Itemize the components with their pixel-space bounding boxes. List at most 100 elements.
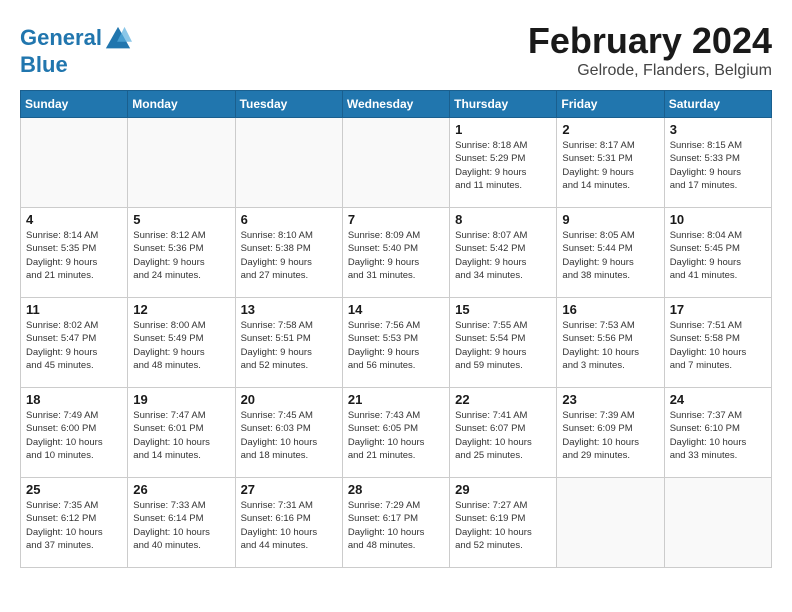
day-info: Sunrise: 8:18 AM Sunset: 5:29 PM Dayligh… xyxy=(455,139,551,192)
day-info: Sunrise: 7:41 AM Sunset: 6:07 PM Dayligh… xyxy=(455,409,551,462)
day-number: 9 xyxy=(562,212,658,227)
day-number: 4 xyxy=(26,212,122,227)
day-info: Sunrise: 8:15 AM Sunset: 5:33 PM Dayligh… xyxy=(670,139,766,192)
day-info: Sunrise: 7:35 AM Sunset: 6:12 PM Dayligh… xyxy=(26,499,122,552)
calendar-cell: 3 Sunrise: 8:15 AM Sunset: 5:33 PM Daylig… xyxy=(664,118,771,208)
day-number: 17 xyxy=(670,302,766,317)
day-info: Sunrise: 8:12 AM Sunset: 5:36 PM Dayligh… xyxy=(133,229,229,282)
calendar-cell: 11 Sunrise: 8:02 AM Sunset: 5:47 PM Dayli… xyxy=(21,298,128,388)
calendar-cell: 18Sunrise: 7:49 AM Sunset: 6:00 PM Dayli… xyxy=(21,388,128,478)
day-info: Sunrise: 7:39 AM Sunset: 6:09 PM Dayligh… xyxy=(562,409,658,462)
day-info: Sunrise: 7:45 AM Sunset: 6:03 PM Dayligh… xyxy=(241,409,337,462)
day-number: 22 xyxy=(455,392,551,407)
calendar-cell: 23 Sunrise: 7:39 AM Sunset: 6:09 PM Dayli… xyxy=(557,388,664,478)
calendar-cell: 19 Sunrise: 7:47 AM Sunset: 6:01 PM Dayli… xyxy=(128,388,235,478)
day-number: 7 xyxy=(348,212,444,227)
week-row-2: 4 Sunrise: 8:14 AM Sunset: 5:35 PM Daylig… xyxy=(21,208,772,298)
logo-text: General xyxy=(20,25,132,53)
calendar-cell: 17 Sunrise: 7:51 AM Sunset: 5:58 PM Dayli… xyxy=(664,298,771,388)
weekday-header-sunday: Sunday xyxy=(21,91,128,118)
weekday-header-tuesday: Tuesday xyxy=(235,91,342,118)
week-row-1: 1Sunrise: 8:18 AM Sunset: 5:29 PM Daylig… xyxy=(21,118,772,208)
day-number: 19 xyxy=(133,392,229,407)
calendar-cell: 9 Sunrise: 8:05 AM Sunset: 5:44 PM Daylig… xyxy=(557,208,664,298)
day-info: Sunrise: 8:07 AM Sunset: 5:42 PM Dayligh… xyxy=(455,229,551,282)
calendar-cell xyxy=(342,118,449,208)
day-info: Sunrise: 8:05 AM Sunset: 5:44 PM Dayligh… xyxy=(562,229,658,282)
calendar-cell: 4 Sunrise: 8:14 AM Sunset: 5:35 PM Daylig… xyxy=(21,208,128,298)
calendar-cell: 26 Sunrise: 7:33 AM Sunset: 6:14 PM Dayli… xyxy=(128,478,235,568)
day-number: 27 xyxy=(241,482,337,497)
calendar-cell: 20 Sunrise: 7:45 AM Sunset: 6:03 PM Dayli… xyxy=(235,388,342,478)
day-number: 26 xyxy=(133,482,229,497)
day-number: 10 xyxy=(670,212,766,227)
day-info: Sunrise: 7:53 AM Sunset: 5:56 PM Dayligh… xyxy=(562,319,658,372)
day-info: Sunrise: 7:55 AM Sunset: 5:54 PM Dayligh… xyxy=(455,319,551,372)
day-info: Sunrise: 7:51 AM Sunset: 5:58 PM Dayligh… xyxy=(670,319,766,372)
weekday-header-monday: Monday xyxy=(128,91,235,118)
calendar-cell: 5 Sunrise: 8:12 AM Sunset: 5:36 PM Daylig… xyxy=(128,208,235,298)
calendar-cell: 25 Sunrise: 7:35 AM Sunset: 6:12 PM Dayli… xyxy=(21,478,128,568)
day-info: Sunrise: 7:31 AM Sunset: 6:16 PM Dayligh… xyxy=(241,499,337,552)
week-row-4: 18Sunrise: 7:49 AM Sunset: 6:00 PM Dayli… xyxy=(21,388,772,478)
calendar-cell: 16 Sunrise: 7:53 AM Sunset: 5:56 PM Dayli… xyxy=(557,298,664,388)
day-number: 13 xyxy=(241,302,337,317)
day-info: Sunrise: 7:56 AM Sunset: 5:53 PM Dayligh… xyxy=(348,319,444,372)
day-info: Sunrise: 7:27 AM Sunset: 6:19 PM Dayligh… xyxy=(455,499,551,552)
day-number: 14 xyxy=(348,302,444,317)
calendar-cell: 28Sunrise: 7:29 AM Sunset: 6:17 PM Dayli… xyxy=(342,478,449,568)
calendar-cell: 21Sunrise: 7:43 AM Sunset: 6:05 PM Dayli… xyxy=(342,388,449,478)
day-info: Sunrise: 8:14 AM Sunset: 5:35 PM Dayligh… xyxy=(26,229,122,282)
calendar-cell: 27 Sunrise: 7:31 AM Sunset: 6:16 PM Dayli… xyxy=(235,478,342,568)
calendar-cell: 1Sunrise: 8:18 AM Sunset: 5:29 PM Daylig… xyxy=(450,118,557,208)
day-number: 24 xyxy=(670,392,766,407)
calendar-table: SundayMondayTuesdayWednesdayThursdayFrid… xyxy=(20,90,772,568)
day-number: 16 xyxy=(562,302,658,317)
day-number: 23 xyxy=(562,392,658,407)
day-number: 2 xyxy=(562,122,658,137)
day-number: 5 xyxy=(133,212,229,227)
day-info: Sunrise: 8:09 AM Sunset: 5:40 PM Dayligh… xyxy=(348,229,444,282)
location: Gelrode, Flanders, Belgium xyxy=(528,62,772,80)
logo-text2: Blue xyxy=(20,53,132,77)
calendar-cell xyxy=(664,478,771,568)
calendar-cell: 10 Sunrise: 8:04 AM Sunset: 5:45 PM Dayli… xyxy=(664,208,771,298)
day-number: 28 xyxy=(348,482,444,497)
calendar-cell: 6 Sunrise: 8:10 AM Sunset: 5:38 PM Daylig… xyxy=(235,208,342,298)
day-number: 6 xyxy=(241,212,337,227)
day-number: 29 xyxy=(455,482,551,497)
weekday-header-row: SundayMondayTuesdayWednesdayThursdayFrid… xyxy=(21,91,772,118)
day-number: 12 xyxy=(133,302,229,317)
calendar-cell xyxy=(557,478,664,568)
logo: General Blue xyxy=(20,25,132,77)
weekday-header-wednesday: Wednesday xyxy=(342,91,449,118)
calendar-cell: 29 Sunrise: 7:27 AM Sunset: 6:19 PM Dayli… xyxy=(450,478,557,568)
day-info: Sunrise: 8:04 AM Sunset: 5:45 PM Dayligh… xyxy=(670,229,766,282)
day-info: Sunrise: 8:02 AM Sunset: 5:47 PM Dayligh… xyxy=(26,319,122,372)
day-info: Sunrise: 8:10 AM Sunset: 5:38 PM Dayligh… xyxy=(241,229,337,282)
day-info: Sunrise: 8:00 AM Sunset: 5:49 PM Dayligh… xyxy=(133,319,229,372)
day-number: 25 xyxy=(26,482,122,497)
calendar-cell: 8Sunrise: 8:07 AM Sunset: 5:42 PM Daylig… xyxy=(450,208,557,298)
header: General Blue February 2024 Gelrode, Flan… xyxy=(20,20,772,80)
weekday-header-thursday: Thursday xyxy=(450,91,557,118)
day-number: 11 xyxy=(26,302,122,317)
day-number: 20 xyxy=(241,392,337,407)
calendar-cell xyxy=(21,118,128,208)
weekday-header-saturday: Saturday xyxy=(664,91,771,118)
calendar-cell: 13Sunrise: 7:58 AM Sunset: 5:51 PM Dayli… xyxy=(235,298,342,388)
calendar-cell: 2 Sunrise: 8:17 AM Sunset: 5:31 PM Daylig… xyxy=(557,118,664,208)
calendar-cell: 15Sunrise: 7:55 AM Sunset: 5:54 PM Dayli… xyxy=(450,298,557,388)
calendar-cell: 14 Sunrise: 7:56 AM Sunset: 5:53 PM Dayli… xyxy=(342,298,449,388)
weekday-header-friday: Friday xyxy=(557,91,664,118)
day-number: 3 xyxy=(670,122,766,137)
title-block: February 2024 Gelrode, Flanders, Belgium xyxy=(528,20,772,80)
day-info: Sunrise: 7:37 AM Sunset: 6:10 PM Dayligh… xyxy=(670,409,766,462)
day-info: Sunrise: 8:17 AM Sunset: 5:31 PM Dayligh… xyxy=(562,139,658,192)
calendar-cell xyxy=(235,118,342,208)
calendar-cell: 24 Sunrise: 7:37 AM Sunset: 6:10 PM Dayli… xyxy=(664,388,771,478)
month-year: February 2024 xyxy=(528,20,772,62)
day-number: 21 xyxy=(348,392,444,407)
day-info: Sunrise: 7:47 AM Sunset: 6:01 PM Dayligh… xyxy=(133,409,229,462)
day-info: Sunrise: 7:33 AM Sunset: 6:14 PM Dayligh… xyxy=(133,499,229,552)
